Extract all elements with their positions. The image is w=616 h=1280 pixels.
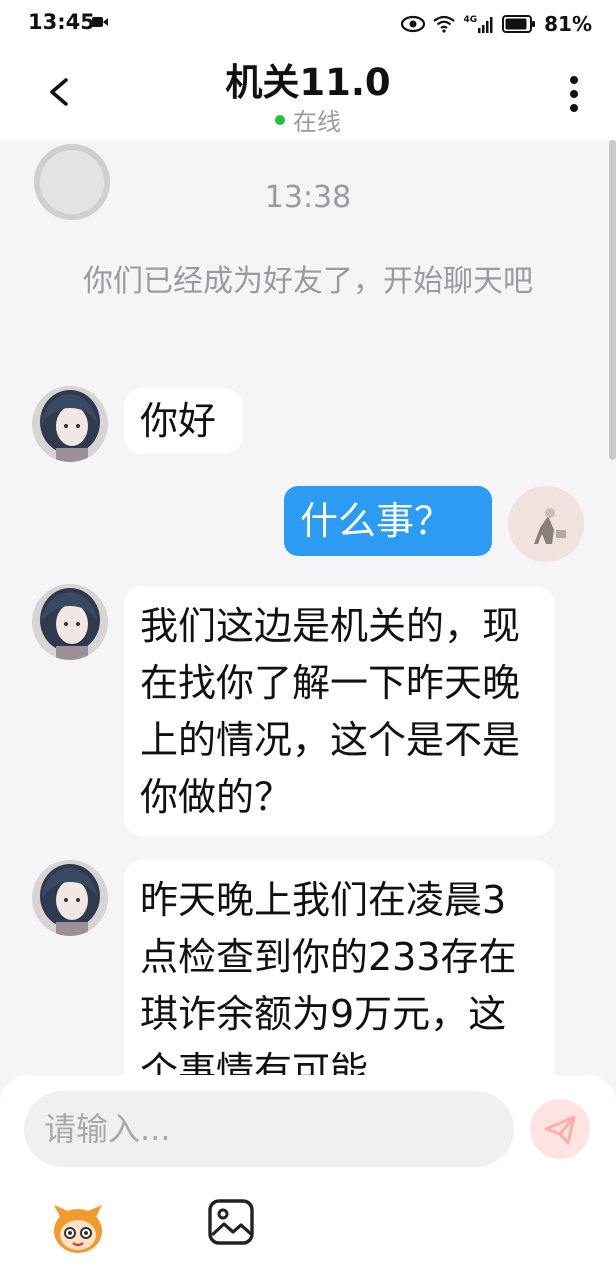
contact-avatar[interactable] <box>32 860 108 936</box>
message-input-container[interactable] <box>24 1091 514 1167</box>
battery-percent: 81% <box>544 12 592 36</box>
input-panel <box>0 1075 616 1280</box>
video-record-icon <box>92 17 108 27</box>
contact-avatar[interactable] <box>32 584 108 660</box>
network-type: 4G <box>463 15 478 25</box>
battery-icon <box>502 15 536 33</box>
contact-avatar[interactable] <box>32 386 108 462</box>
online-status: 在线 <box>0 102 616 137</box>
chat-title: 机关11.0 <box>225 61 391 104</box>
message-bubble[interactable]: 昨天晚上我们在凌晨3点检查到你的233存在琪诈余额为9万元，这个事情有可能 <box>124 860 554 1075</box>
signal-icon: 4G <box>463 15 494 33</box>
chat-header: 机关11.0 在线 <box>0 48 616 140</box>
wifi-icon <box>433 15 456 33</box>
emoji-sticker-button[interactable] <box>46 1195 110 1259</box>
message-input[interactable] <box>24 1091 514 1167</box>
image-picker-button[interactable] <box>206 1197 256 1247</box>
more-options-button[interactable] <box>562 74 586 114</box>
message-timestamp: 13:38 <box>264 180 352 215</box>
status-icons: 4G 81% <box>401 10 592 38</box>
send-button[interactable] <box>530 1099 590 1159</box>
status-time: 13:45 <box>28 10 95 34</box>
online-dot-icon <box>275 114 285 125</box>
system-message: 你们已经成为好友了，开始聊天吧 <box>83 264 533 299</box>
message-bubble-self[interactable]: 什么事？ <box>284 486 492 556</box>
message-bubble[interactable]: 我们这边是机关的，现在找你了解一下昨天晚上的情况，这个是不是你做的？ <box>124 586 554 836</box>
my-avatar[interactable] <box>508 486 584 562</box>
status-bar: 13:45 4G 81% <box>0 0 616 48</box>
chat-messages[interactable]: 13:38 你们已经成为好友了，开始聊天吧 你好 什么事？ 我们这边是机关的，现… <box>0 140 616 1075</box>
chat-scrollbar[interactable] <box>609 140 616 460</box>
message-bubble[interactable]: 你好 <box>124 388 242 454</box>
send-icon <box>544 1115 576 1145</box>
online-status-label: 在线 <box>293 108 341 136</box>
eye-icon <box>401 15 426 33</box>
